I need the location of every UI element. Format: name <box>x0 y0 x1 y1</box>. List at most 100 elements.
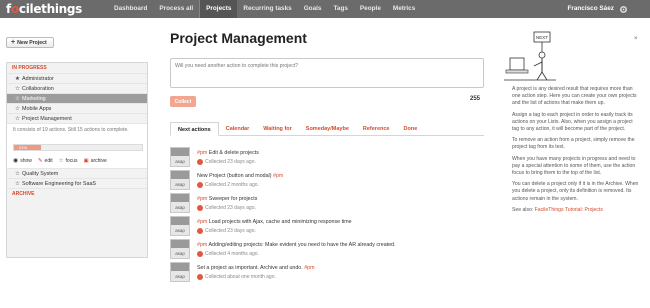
collect-icon <box>197 228 203 234</box>
see-also-text: See also: <box>512 206 535 213</box>
sidebar-item-label: Project Management <box>22 115 72 122</box>
tab-calendar[interactable]: Calendar <box>219 122 257 135</box>
collect-button[interactable]: Collect <box>170 96 196 107</box>
user-name[interactable]: Francisco Sáez <box>567 0 614 18</box>
list-item[interactable]: asap #pm Sweeper for projects Collected … <box>170 192 484 215</box>
new-project-button[interactable]: + New Project <box>6 37 54 48</box>
page-title: Project Management <box>170 30 307 46</box>
sidebar-item-quality-system[interactable]: ☆ Quality System <box>7 168 147 178</box>
action-meta: Collected 23 days ago. <box>197 228 256 234</box>
asap-badge[interactable]: asap <box>170 170 190 190</box>
action-meta: Collected about one month ago. <box>197 274 276 280</box>
star-icon[interactable]: ☆ <box>15 114 20 124</box>
project-tag[interactable]: #pm <box>197 150 207 156</box>
collect-icon <box>197 182 203 188</box>
gear-icon[interactable] <box>619 5 628 14</box>
main-nav: Dashboard Process all Projects Recurring… <box>108 0 421 18</box>
project-tag[interactable]: #pm <box>197 219 207 225</box>
sidebar-item-label: Marketing <box>22 95 46 102</box>
action-list: asap #pm Edit & delete projects Collecte… <box>170 146 484 284</box>
star-icon[interactable]: ☆ <box>15 179 20 189</box>
action-text[interactable]: #pm Sweeper for projects <box>197 196 257 202</box>
collected-time: Collected 23 days ago. <box>205 228 256 234</box>
collected-time: Collected 2 months ago. <box>205 182 259 188</box>
collect-icon <box>197 274 203 280</box>
action-text[interactable]: Set a project as important. Archive and … <box>197 265 315 271</box>
project-tag[interactable]: #pm <box>197 242 207 248</box>
collected-time: Collected 4 months ago. <box>205 251 259 257</box>
asap-badge[interactable]: asap <box>170 239 190 259</box>
star-icon[interactable]: ☆ <box>15 169 20 179</box>
project-summary: It consists of 19 actions. Still 15 acti… <box>13 127 129 133</box>
list-item[interactable]: asap #pm Load projects with Ajax, cache … <box>170 215 484 238</box>
help-paragraph: Assign a tag to each project in order to… <box>512 111 633 133</box>
eye-icon: ◉ <box>13 158 19 164</box>
close-icon[interactable]: × <box>634 36 638 42</box>
asap-badge[interactable]: asap <box>170 147 190 167</box>
star-icon[interactable]: ☆ <box>15 84 20 94</box>
asap-badge[interactable]: asap <box>170 262 190 282</box>
action-text[interactable]: #pm Load projects with Ajax, cache and m… <box>197 219 352 225</box>
archive-project-link[interactable]: ▣ archive <box>84 158 107 164</box>
show-project-link[interactable]: ◉ show <box>13 157 32 165</box>
help-paragraph: When you have many projects in progress … <box>512 155 636 177</box>
archive-heading[interactable]: ARCHIVE <box>7 188 147 198</box>
action-text[interactable]: New Project (button and modal) #pm <box>197 173 283 179</box>
sidebar-item-mobile-apps[interactable]: ☆ Mobile Apps <box>7 103 147 113</box>
asap-badge[interactable]: asap <box>170 216 190 236</box>
tab-reference[interactable]: Reference <box>356 122 397 135</box>
sidebar-item-administrator[interactable]: ★ Administrator <box>7 73 147 83</box>
project-tag[interactable]: #pm <box>273 173 283 179</box>
collect-icon <box>197 205 203 211</box>
nav-recurring-tasks[interactable]: Recurring tasks <box>237 0 297 18</box>
logo-text-2: o <box>10 2 19 16</box>
star-icon[interactable]: ★ <box>15 74 20 84</box>
nav-tags[interactable]: Tags <box>327 0 353 18</box>
list-item[interactable]: asap #pm Edit & delete projects Collecte… <box>170 146 484 169</box>
sidebar-item-marketing[interactable]: ☆ Marketing <box>7 93 147 103</box>
nav-people[interactable]: People <box>354 0 387 18</box>
sidebar-item-label: Administrator <box>22 75 54 82</box>
edit-project-link[interactable]: ✎ edit <box>38 158 53 164</box>
nav-metrics[interactable]: Metrics <box>387 0 421 18</box>
app-logo[interactable]: focilethings <box>6 2 82 16</box>
list-item[interactable]: asap Set a project as important. Archive… <box>170 261 484 284</box>
asap-label: asap <box>175 274 185 279</box>
sidebar-item-collaboration[interactable]: ☆ Collaboration <box>7 83 147 93</box>
tutorial-link[interactable]: FacileThings Tutorial: Projects <box>535 207 603 213</box>
nav-projects[interactable]: Projects <box>200 0 238 18</box>
star-icon[interactable]: ☆ <box>15 104 20 114</box>
sidebar-item-software-engineering[interactable]: ☆ Software Engineering for SaaS <box>7 178 147 188</box>
action-text[interactable]: #pm Edit & delete projects <box>197 150 259 156</box>
asap-badge[interactable]: asap <box>170 193 190 213</box>
tab-waiting-for[interactable]: Waiting for <box>256 122 299 135</box>
action-text[interactable]: #pm Adding/editing projects: Make eviden… <box>197 242 395 248</box>
nav-process-all[interactable]: Process all <box>153 0 199 18</box>
focus-label: focus <box>65 157 78 164</box>
nav-goals[interactable]: Goals <box>298 0 328 18</box>
new-action-input[interactable] <box>170 58 484 88</box>
list-item[interactable]: asap New Project (button and modal) #pm … <box>170 169 484 192</box>
action-description: Edit & delete projects <box>207 150 259 156</box>
project-tag[interactable]: #pm <box>197 196 207 202</box>
project-tag[interactable]: #pm <box>304 265 314 271</box>
archive-label: archive <box>90 157 107 164</box>
collect-icon <box>197 251 203 257</box>
star-icon[interactable]: ☆ <box>15 94 20 104</box>
help-see-also: See also: FacileThings Tutorial: Project… <box>512 207 640 214</box>
logo-text-3: cilethings <box>18 2 83 16</box>
help-paragraph: You can delete a project only if it is i… <box>512 181 639 202</box>
project-actions: ◉ show ✎ edit ☆ focus ▣ archive <box>13 157 107 165</box>
tab-someday-maybe[interactable]: Someday/Maybe <box>299 122 356 135</box>
pencil-icon: ✎ <box>37 157 43 164</box>
list-item[interactable]: asap #pm Adding/editing projects: Make e… <box>170 238 484 261</box>
sidebar-item-project-management[interactable]: ☆ Project Management <box>7 113 147 123</box>
new-project-label: New Project <box>17 39 47 46</box>
nav-dashboard[interactable]: Dashboard <box>108 0 153 18</box>
tab-done[interactable]: Done <box>397 122 425 135</box>
top-navigation-bar: focilethings Dashboard Process all Proje… <box>0 0 650 18</box>
focus-project-link[interactable]: ☆ focus <box>59 158 78 164</box>
progress-label: 21% <box>19 145 28 150</box>
tab-next-actions[interactable]: Next actions <box>170 122 219 136</box>
collect-icon <box>197 159 203 165</box>
